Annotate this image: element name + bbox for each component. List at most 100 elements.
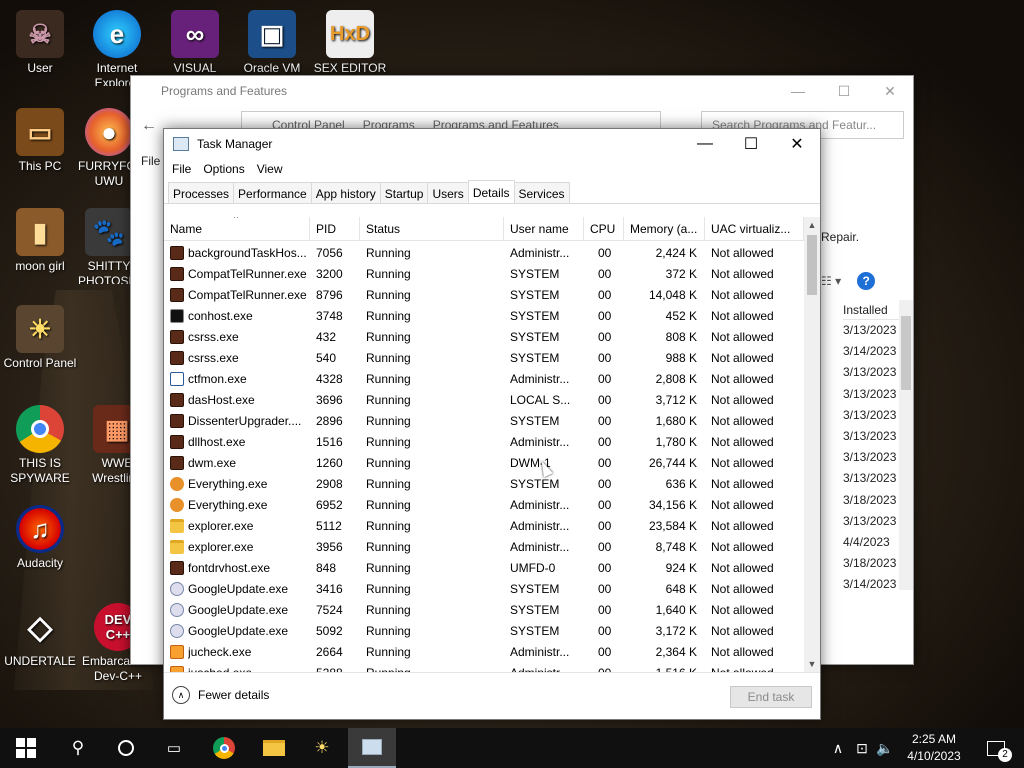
- process-name-cell: explorer.exe: [164, 518, 310, 533]
- table-row[interactable]: GoogleUpdate.exe 3416 Running SYSTEM 00 648 K…: [164, 578, 804, 599]
- task-manager-window[interactable]: Task Manager — ☐ ✕ File Options View Pro…: [163, 128, 821, 720]
- desktop-icon-this-pc[interactable]: ▭ This PC: [0, 108, 80, 174]
- pf-scroll-thumb[interactable]: [901, 316, 911, 390]
- table-row[interactable]: explorer.exe 3956 Running Administr... 00 8,7…: [164, 536, 804, 557]
- table-row[interactable]: DissenterUpgrader.... 2896 Running SYSTEM 00…: [164, 410, 804, 431]
- column-header-uac[interactable]: UAC virtualiz...: [705, 217, 804, 240]
- column-header-memory[interactable]: Memory (a...: [624, 217, 705, 240]
- pf-vertical-scrollbar[interactable]: [899, 300, 913, 590]
- taskbar-file-explorer[interactable]: [250, 728, 298, 768]
- table-row[interactable]: jusched.exe5288RunningAdministr...001,51…: [164, 662, 804, 672]
- pf-minimize-button[interactable]: —: [775, 76, 821, 106]
- tm-menu-bar: File Options View: [164, 159, 820, 179]
- pid-cell: 3748: [316, 308, 343, 323]
- tm-menu-options[interactable]: Options: [197, 159, 250, 179]
- table-row[interactable]: conhost.exe 3748 Running SYSTEM 00 452 K Not a…: [164, 305, 804, 326]
- column-header-status[interactable]: Status: [360, 217, 504, 240]
- desktop-icon-audacity[interactable]: ♫ Audacity: [0, 505, 80, 571]
- tm-vertical-scrollbar[interactable]: ▲ ▼: [804, 217, 820, 672]
- action-center-button[interactable]: 2: [978, 728, 1014, 768]
- table-row[interactable]: CompatTelRunner.exe 3200 Running SYSTEM 00 37…: [164, 263, 804, 284]
- pid-cell: 5112: [316, 518, 342, 533]
- table-row[interactable]: Everything.exe 2908 Running SYSTEM 00 636 K No…: [164, 473, 804, 494]
- desktop-icon-user[interactable]: ☠ User: [0, 10, 80, 76]
- process-name-cell: CompatTelRunner.exe: [164, 266, 310, 281]
- network-tray[interactable]: ⊡: [850, 728, 874, 768]
- tab-processes[interactable]: Processes: [168, 182, 235, 203]
- tab-users[interactable]: Users: [427, 182, 469, 203]
- uac-cell: Not allowed: [711, 266, 774, 281]
- view-options-icon[interactable]: ☷ ▾: [821, 274, 841, 288]
- show-hidden-icons-button[interactable]: ∧: [828, 728, 848, 768]
- table-row[interactable]: csrss.exe 540 Running SYSTEM 00 988 K Not allo…: [164, 347, 804, 368]
- process-name-cell: explorer.exe: [164, 539, 310, 554]
- table-row[interactable]: csrss.exe 432 Running SYSTEM 00 808 K Not allo…: [164, 326, 804, 347]
- tab-performance[interactable]: Performance: [233, 182, 312, 203]
- desktop-icon-chrome[interactable]: THIS IS SPYWARE: [0, 405, 80, 486]
- taskbar-control-panel[interactable]: ☀: [298, 728, 346, 768]
- pf-maximize-button[interactable]: ☐: [821, 76, 867, 106]
- taskbar-chrome[interactable]: [200, 728, 248, 768]
- tm-menu-view[interactable]: View: [251, 159, 289, 179]
- process-name-cell: GoogleUpdate.exe: [164, 602, 310, 617]
- taskbar: ⚲ ▭ ☀ ∧ ⊡ 🔈 2:25 AM 4/10/2023 2: [0, 728, 1024, 768]
- search-button[interactable]: ⚲: [54, 728, 102, 768]
- tm-close-button[interactable]: ✕: [774, 129, 820, 159]
- column-header-cpu[interactable]: CPU: [584, 217, 624, 240]
- tab-details[interactable]: Details: [467, 180, 515, 203]
- taskbar-clock[interactable]: 2:25 AM 4/10/2023: [898, 731, 970, 765]
- cpu-cell: 00: [598, 644, 612, 659]
- scroll-down-icon[interactable]: ▼: [804, 656, 820, 672]
- tm-menu-file[interactable]: File: [166, 159, 197, 179]
- memory-cell: 2,364 K: [655, 644, 697, 659]
- start-button[interactable]: [0, 728, 52, 768]
- tab-startup[interactable]: Startup: [379, 182, 429, 203]
- table-row[interactable]: explorer.exe 5112 Running Administr... 00 23,…: [164, 515, 804, 536]
- volume-tray[interactable]: 🔈: [874, 728, 896, 768]
- memory-cell: 1,640 K: [655, 602, 697, 617]
- everything-search-icon: [170, 497, 184, 512]
- cortana-button[interactable]: [102, 728, 150, 768]
- uac-cell: Not allowed: [711, 644, 774, 659]
- table-row[interactable]: GoogleUpdate.exe 5092 Running SYSTEM 00 3,172…: [164, 620, 804, 641]
- table-row[interactable]: dasHost.exe 3696 Running LOCAL S... 00 3,712 …: [164, 389, 804, 410]
- table-row[interactable]: Everything.exe 6952 Running Administr... 00 3…: [164, 494, 804, 515]
- desktop-icon-control-panel[interactable]: ☀ Control Panel: [0, 305, 80, 371]
- table-row[interactable]: dllhost.exe 1516 Running Administr... 00 1,78…: [164, 431, 804, 452]
- process-name-cell: GoogleUpdate.exe: [164, 623, 310, 638]
- desktop-icon-undertale[interactable]: ◇ UNDERTALE: [0, 603, 80, 669]
- help-icon[interactable]: ?: [857, 272, 876, 290]
- virtualbox-icon: ▣: [248, 10, 296, 58]
- column-header-pid[interactable]: PID: [310, 217, 360, 240]
- desktop-icon-moon-girl[interactable]: ▮ moon girl: [0, 208, 80, 274]
- installed-header[interactable]: Installed: [843, 300, 903, 320]
- tab-app-history[interactable]: App history: [310, 182, 381, 203]
- table-row[interactable]: dwm.exe 1260 Running DWM-1 00 26,744 K Not all…: [164, 452, 804, 473]
- table-row[interactable]: CompatTelRunner.exe 8796 Running SYSTEM 00 14…: [164, 284, 804, 305]
- table-row[interactable]: fontdrvhost.exe 848 Running UMFD-0 00 924 K No…: [164, 557, 804, 578]
- back-arrow-icon[interactable]: ←: [141, 117, 157, 135]
- pf-menu-file[interactable]: File: [141, 154, 160, 168]
- installed-date: 3/13/2023: [843, 365, 897, 380]
- table-row[interactable]: GoogleUpdate.exe 7524 Running SYSTEM 00 1,640…: [164, 599, 804, 620]
- uac-cell: Not allowed: [711, 413, 774, 428]
- end-task-button[interactable]: End task: [730, 686, 812, 708]
- column-header-user-name[interactable]: User name: [504, 217, 584, 240]
- scroll-up-icon[interactable]: ▲: [804, 217, 820, 233]
- tm-scroll-thumb[interactable]: [807, 235, 817, 295]
- tm-maximize-button[interactable]: ☐: [728, 129, 774, 159]
- table-row[interactable]: jucheck.exe 2664 Running Administr... 00 2,36…: [164, 641, 804, 662]
- task-view-button[interactable]: ▭: [150, 728, 198, 768]
- tm-minimize-button[interactable]: —: [682, 129, 728, 159]
- tab-services[interactable]: Services: [513, 182, 570, 203]
- table-row[interactable]: backgroundTaskHos... 7056 Running Administr…: [164, 242, 804, 263]
- user-name-cell: Administr...: [510, 644, 570, 659]
- taskbar-task-manager[interactable]: [348, 728, 396, 768]
- pf-installed-column: Installed 3/13/2023 3/14/2023 3/13/2023 …: [843, 300, 903, 595]
- user-name-cell: Administr...: [510, 245, 570, 260]
- pf-close-button[interactable]: ✕: [867, 76, 913, 106]
- fewer-details-button[interactable]: ∧ Fewer details: [172, 686, 269, 704]
- sort-ascending-icon: ^: [234, 217, 239, 223]
- uac-cell: Not allowed: [711, 392, 774, 407]
- table-row[interactable]: ctfmon.exe 4328 Running Administr... 00 2,808…: [164, 368, 804, 389]
